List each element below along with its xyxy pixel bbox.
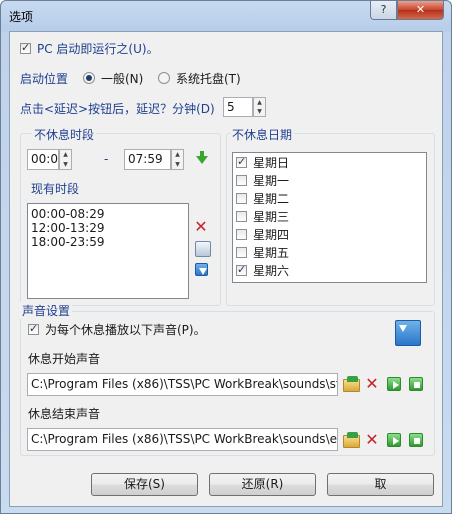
- start-sound-label: 休息开始声音: [28, 352, 101, 366]
- download-icon[interactable]: [395, 320, 421, 346]
- save-button[interactable]: 保存(S): [91, 473, 198, 496]
- stop-end-sound-icon[interactable]: [409, 433, 423, 447]
- day-checkbox-mon[interactable]: [236, 175, 247, 186]
- day-checkbox-sat[interactable]: [236, 263, 247, 277]
- position-label: 启动位置: [20, 72, 69, 86]
- title-bar: 选项 ? ✕: [1, 1, 451, 31]
- browse-start-folder-icon[interactable]: [343, 376, 360, 392]
- period-start-spinner[interactable]: ▲ ▼: [59, 149, 72, 170]
- play-sound-label[interactable]: 为每个休息播放以下声音(P)。: [45, 321, 206, 338]
- position-tray-label[interactable]: 系统托盘(T): [176, 70, 241, 87]
- startup-checkbox[interactable]: [20, 41, 31, 54]
- play-sound-checkbox[interactable]: [28, 322, 39, 335]
- position-normal-label[interactable]: 一般(N): [101, 70, 143, 87]
- list-item[interactable]: 18:00-23:59: [31, 235, 185, 249]
- options-window: 选项 ? ✕ PC 启动即运行之(U)。 启动位置 一般(N) 系统托盘(T) …: [0, 0, 452, 514]
- current-periods-label: 现有时段: [31, 182, 80, 196]
- day-checkbox-tue[interactable]: [236, 193, 247, 204]
- periods-list[interactable]: 00:00-08:29 12:00-13:29 18:00-23:59: [27, 203, 189, 299]
- day-checkbox-fri[interactable]: [236, 247, 247, 258]
- day-label-tue[interactable]: 星期二: [253, 190, 289, 207]
- dialog-body: PC 启动即运行之(U)。 启动位置 一般(N) 系统托盘(T) 点击<延迟>按…: [9, 31, 443, 507]
- startup-label[interactable]: PC 启动即运行之(U)。: [37, 40, 159, 57]
- period-start-input[interactable]: 00:00: [27, 149, 59, 170]
- cancel-button[interactable]: 取: [327, 473, 434, 496]
- period-separator: -: [104, 152, 109, 166]
- no-break-period-title: 不休息时段: [32, 126, 97, 143]
- day-label-sun[interactable]: 星期日: [253, 154, 289, 171]
- end-sound-label: 休息结束声音: [28, 407, 101, 421]
- clear-periods-icon[interactable]: [195, 241, 211, 257]
- close-button[interactable]: ✕: [397, 1, 444, 20]
- day-checkbox-thu[interactable]: [236, 229, 247, 240]
- delay-input[interactable]: 5: [223, 97, 253, 117]
- day-label-mon[interactable]: 星期一: [253, 172, 289, 189]
- delay-label: 点击<延迟>按钮后，延迟？分钟(D): [20, 102, 215, 116]
- list-item[interactable]: 12:00-13:29: [31, 221, 185, 235]
- no-break-days-title: 不休息日期: [230, 126, 295, 143]
- period-end-spinner[interactable]: ▲ ▼: [171, 149, 184, 170]
- move-down-icon[interactable]: [195, 263, 208, 276]
- day-checkbox-wed[interactable]: [236, 211, 247, 222]
- start-sound-path[interactable]: C:\Program Files (x86)\TSS\PC WorkBreak\…: [27, 373, 338, 396]
- window-title: 选项: [9, 10, 34, 24]
- delay-spinner[interactable]: ▲ ▼: [253, 97, 266, 117]
- period-end-input[interactable]: 07:59: [124, 149, 171, 170]
- play-start-sound-icon[interactable]: [387, 377, 401, 391]
- browse-end-folder-icon[interactable]: [343, 432, 360, 448]
- day-checkbox-sun[interactable]: [236, 155, 247, 169]
- delete-period-icon[interactable]: ✕: [193, 219, 209, 235]
- sound-title: 声音设置: [20, 302, 73, 319]
- stop-start-sound-icon[interactable]: [409, 377, 423, 391]
- help-button[interactable]: ?: [370, 1, 397, 20]
- days-list[interactable]: 星期日 星期一 星期二 星期三 星期四 星期五 星期六: [232, 152, 427, 283]
- end-sound-path[interactable]: C:\Program Files (x86)\TSS\PC WorkBreak\…: [27, 428, 338, 451]
- day-label-fri[interactable]: 星期五: [253, 244, 289, 261]
- clear-end-sound-icon[interactable]: ✕: [364, 432, 380, 448]
- day-label-sat[interactable]: 星期六: [253, 262, 289, 279]
- day-label-wed[interactable]: 星期三: [253, 208, 289, 225]
- position-tray-radio[interactable]: [158, 72, 170, 84]
- play-end-sound-icon[interactable]: [387, 433, 401, 447]
- day-label-thu[interactable]: 星期四: [253, 226, 289, 243]
- add-period-icon[interactable]: [194, 151, 210, 167]
- position-normal-radio[interactable]: [83, 72, 95, 84]
- clear-start-sound-icon[interactable]: ✕: [364, 376, 380, 392]
- list-item[interactable]: 00:00-08:29: [31, 207, 185, 221]
- restore-button[interactable]: 还原(R): [209, 473, 316, 496]
